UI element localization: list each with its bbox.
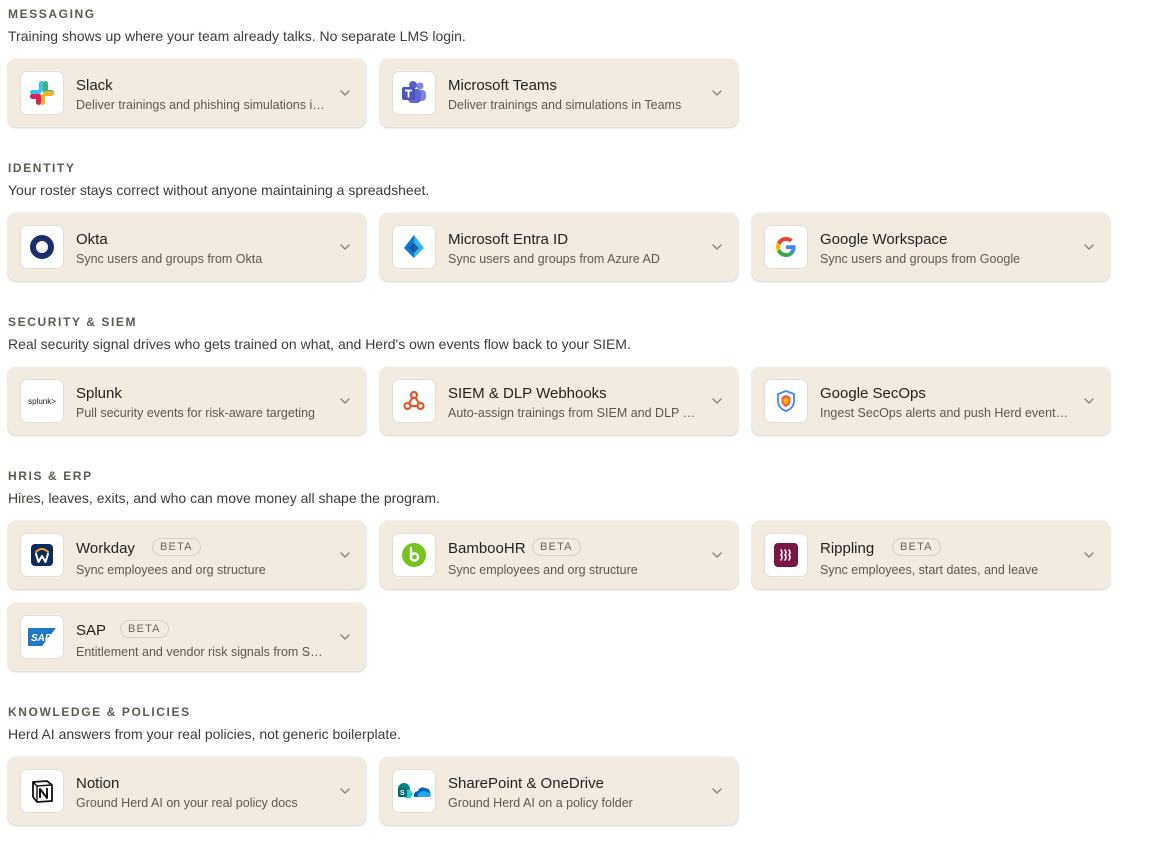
integration-card-sharepoint-onedrive[interactable]: S SharePoint & OneDrive Ground Herd AI o… [380, 757, 738, 825]
integration-card-notion[interactable]: Notion Ground Herd AI on your real polic… [8, 757, 366, 825]
card-description: Ground Herd AI on your real policy docs [76, 796, 298, 810]
splunk-logo-text: splunk> [28, 396, 56, 406]
integration-card-workday[interactable]: Workday BETA Sync employees and org stru… [8, 521, 366, 589]
card-description: Ingest SecOps alerts and push Herd event… [820, 406, 1070, 420]
sharepoint-onedrive-icon: S [393, 770, 435, 812]
card-description: Deliver trainings and simulations in Tea… [448, 98, 682, 112]
card-description: Sync users and groups from Google [820, 252, 1021, 266]
integration-card-splunk[interactable]: splunk> Splunk Pull security events for … [8, 367, 366, 435]
section-subtitle-identity: Your roster stays correct without anyone… [8, 182, 430, 198]
splunk-icon: splunk> [21, 380, 63, 422]
card-description: Ground Herd AI on a policy folder [448, 796, 633, 810]
svg-text:S: S [400, 790, 405, 797]
card-name: SIEM & DLP Webhooks [448, 385, 607, 402]
chevron-down-icon[interactable] [1082, 394, 1096, 408]
beta-badge: BETA [120, 620, 169, 638]
integration-card-google-workspace[interactable]: Google Workspace Sync users and groups f… [752, 213, 1110, 281]
card-name: Google SecOps [820, 385, 926, 402]
google-icon [765, 226, 807, 268]
entra-id-icon [393, 226, 435, 268]
beta-badge: BETA [532, 538, 581, 556]
card-name: Slack [76, 77, 113, 94]
card-name: Notion [76, 775, 120, 792]
integration-card-google-secops[interactable]: Google SecOps Ingest SecOps alerts and p… [752, 367, 1110, 435]
bamboohr-icon [393, 534, 435, 576]
integration-card-bamboohr[interactable]: BambooHR BETA Sync employees and org str… [380, 521, 738, 589]
beta-badge: BETA [152, 538, 201, 556]
card-name: Microsoft Teams [448, 77, 557, 94]
integration-card-microsoft-teams[interactable]: Microsoft Teams Deliver trainings and si… [380, 59, 738, 127]
section-title-identity: IDENTITY [8, 161, 76, 175]
section-subtitle-knowledge-policies: Herd AI answers from your real policies,… [8, 726, 401, 742]
chevron-down-icon[interactable] [1082, 240, 1096, 254]
chevron-down-icon[interactable] [1082, 548, 1096, 562]
section-title-messaging: MESSAGING [8, 7, 96, 21]
section-subtitle-security-siem: Real security signal drives who gets tra… [8, 336, 631, 352]
okta-icon [21, 226, 63, 268]
integration-card-rippling[interactable]: Rippling BETA Sync employees, start date… [752, 521, 1110, 589]
integration-card-okta[interactable]: Okta Sync users and groups from Okta [8, 213, 366, 281]
section-subtitle-hris-erp: Hires, leaves, exits, and who can move m… [8, 490, 440, 506]
card-name: Workday [76, 540, 135, 557]
chevron-down-icon[interactable] [710, 784, 724, 798]
card-name: SharePoint & OneDrive [448, 775, 604, 792]
card-description: Sync users and groups from Azure AD [448, 252, 660, 266]
sap-icon: SAP [21, 616, 63, 658]
chevron-down-icon[interactable] [338, 240, 352, 254]
webhook-icon [393, 380, 435, 422]
card-name: Google Workspace [820, 231, 948, 248]
chevron-down-icon[interactable] [338, 394, 352, 408]
rippling-icon [765, 534, 807, 576]
beta-badge: BETA [892, 538, 941, 556]
sap-logo-text: SAP [31, 633, 52, 644]
integration-card-siem-dlp-webhooks[interactable]: SIEM & DLP Webhooks Auto-assign training… [380, 367, 738, 435]
section-title-security-siem: SECURITY & SIEM [8, 315, 138, 329]
chevron-down-icon[interactable] [338, 548, 352, 562]
card-name: Microsoft Entra ID [448, 231, 569, 248]
card-name: Rippling [820, 540, 875, 557]
notion-icon [21, 770, 63, 812]
card-name: SAP [76, 622, 107, 639]
section-subtitle-messaging: Training shows up where your team alread… [8, 28, 466, 44]
workday-icon [21, 534, 63, 576]
microsoft-teams-icon [393, 72, 435, 114]
chevron-down-icon[interactable] [710, 548, 724, 562]
card-description: Sync employees, start dates, and leave [820, 563, 1039, 577]
chevron-down-icon[interactable] [710, 86, 724, 100]
card-description: Sync employees and org structure [448, 563, 638, 577]
chevron-down-icon[interactable] [710, 240, 724, 254]
chevron-down-icon[interactable] [338, 784, 352, 798]
chevron-down-icon[interactable] [338, 86, 352, 100]
card-description: Sync employees and org structure [76, 563, 266, 577]
card-name: BambooHR [448, 540, 526, 557]
section-title-hris-erp: HRIS & ERP [8, 469, 93, 483]
integration-card-sap[interactable]: SAP SAP BETA Entitlement and vendor risk… [8, 603, 366, 671]
card-description: Sync users and groups from Okta [76, 252, 263, 266]
card-name: Splunk [76, 385, 122, 402]
integration-card-slack[interactable]: Slack Deliver trainings and phishing sim… [8, 59, 366, 127]
card-description: Entitlement and vendor risk signals from… [76, 645, 326, 659]
section-title-knowledge-policies: KNOWLEDGE & POLICIES [8, 705, 191, 719]
google-secops-shield-icon [765, 380, 807, 422]
card-description: Pull security events for risk-aware targ… [76, 406, 315, 420]
card-name: Okta [76, 231, 108, 248]
integration-card-microsoft-entra-id[interactable]: Microsoft Entra ID Sync users and groups… [380, 213, 738, 281]
chevron-down-icon[interactable] [710, 394, 724, 408]
slack-icon [21, 72, 63, 114]
card-description: Auto-assign trainings from SIEM and DLP … [448, 406, 698, 420]
chevron-down-icon[interactable] [338, 630, 352, 644]
card-description: Deliver trainings and phishing simulatio… [76, 98, 326, 112]
